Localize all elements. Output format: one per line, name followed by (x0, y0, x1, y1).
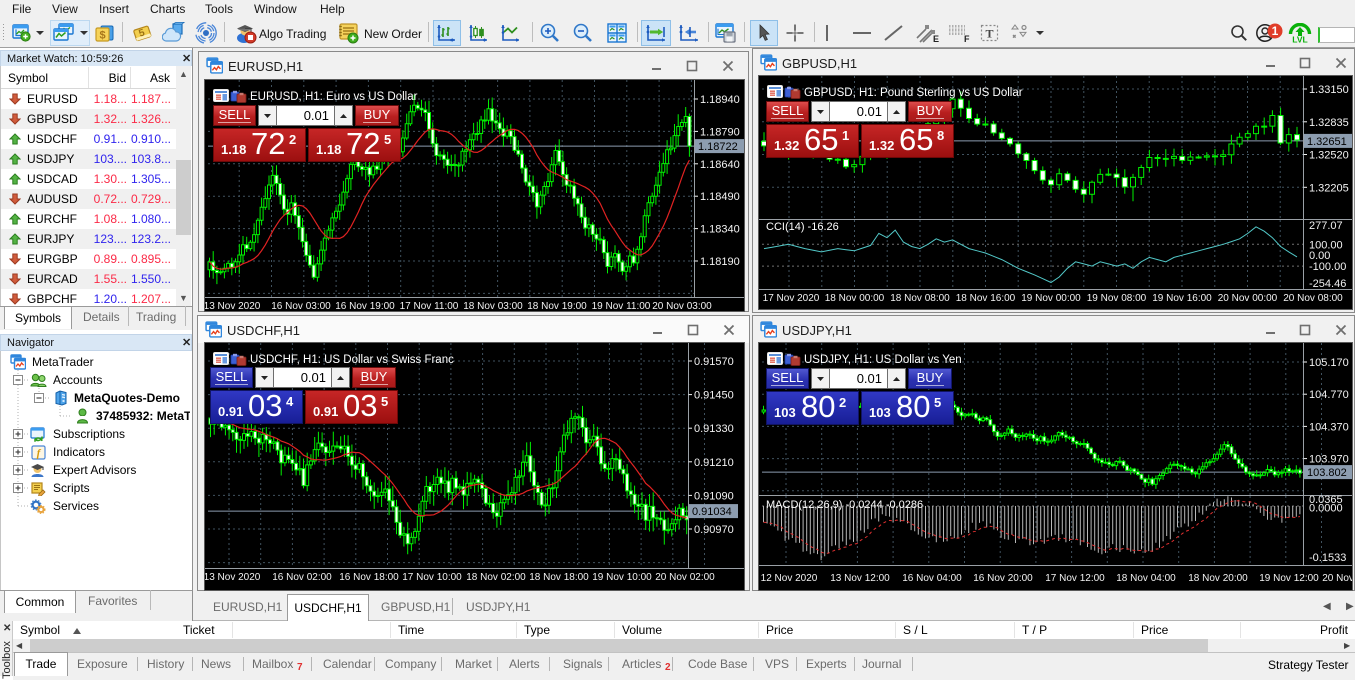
svg-text:1.18340: 1.18340 (700, 224, 740, 236)
svg-text:LVL: LVL (1292, 35, 1307, 44)
svg-text:0.90970: 0.90970 (694, 524, 734, 536)
svg-text:20 Nov 00:00: 20 Nov 00:00 (1218, 293, 1278, 304)
svg-text:CCI(14) -16.26: CCI(14) -16.26 (766, 221, 839, 233)
svg-text:18 Nov 18:00: 18 Nov 18:00 (529, 572, 589, 583)
svg-text:18 Nov 04:00: 18 Nov 04:00 (1116, 573, 1176, 584)
svg-text:12 Nov 2020: 12 Nov 2020 (761, 573, 818, 584)
svg-text:20 Nov 02:00: 20 Nov 02:00 (655, 572, 715, 583)
svg-text:16 Nov 02:00: 16 Nov 02:00 (272, 572, 332, 583)
svg-text:17 Nov 10:00: 17 Nov 10:00 (402, 572, 462, 583)
svg-text:MetaTrader: MetaTrader (32, 355, 94, 369)
svg-text:EURUSD, H1: Euro vs US Dollar: EURUSD, H1: Euro vs US Dollar (250, 91, 418, 103)
svg-text:GBPUSD, H1: Pound Sterling vs: GBPUSD, H1: Pound Sterling vs US Dollar (804, 87, 1023, 99)
svg-text:19 Nov 00:00: 19 Nov 00:00 (1021, 293, 1081, 304)
svg-text:1: 1 (1272, 24, 1279, 38)
svg-text:13 Nov 12:00: 13 Nov 12:00 (830, 573, 890, 584)
svg-text:F: F (964, 34, 970, 44)
svg-text:Subscriptions: Subscriptions (53, 427, 125, 441)
svg-text:0.91570: 0.91570 (694, 356, 734, 368)
svg-text:Scripts: Scripts (53, 481, 90, 495)
svg-text:277.07: 277.07 (1309, 220, 1343, 232)
svg-text:20 Nov 03:00: 20 Nov 03:00 (652, 301, 712, 311)
svg-text:-0.1533: -0.1533 (1309, 552, 1346, 564)
svg-text:1.18490: 1.18490 (700, 191, 740, 203)
svg-text:1.33150: 1.33150 (1309, 84, 1349, 96)
svg-text:13 Nov 2020: 13 Nov 2020 (205, 301, 261, 311)
svg-text:19 Nov 16:00: 19 Nov 16:00 (1152, 293, 1212, 304)
svg-text:20 Nov 04:00: 20 Nov 04:00 (1322, 573, 1352, 584)
svg-text:-100.00: -100.00 (1309, 261, 1346, 273)
svg-text:1.32651: 1.32651 (1307, 136, 1347, 148)
svg-text:USDJPY, H1: US Dollar vs Yen: USDJPY, H1: US Dollar vs Yen (804, 354, 962, 366)
svg-text:-254.46: -254.46 (1309, 278, 1346, 290)
svg-text:17 Nov 12:00: 17 Nov 12:00 (1045, 573, 1105, 584)
svg-text:16 Nov 18:00: 16 Nov 18:00 (339, 572, 399, 583)
svg-text:104.370: 104.370 (1309, 421, 1349, 433)
svg-text:1.18722: 1.18722 (698, 141, 738, 153)
svg-text:18 Nov 19:00: 18 Nov 19:00 (527, 301, 587, 311)
svg-text:18 Nov 02:00: 18 Nov 02:00 (466, 572, 526, 583)
svg-text:1.18190: 1.18190 (700, 256, 740, 268)
svg-text:0.91034: 0.91034 (692, 506, 732, 518)
svg-text:19 Nov 11:00: 19 Nov 11:00 (592, 301, 651, 311)
svg-text:0.91210: 0.91210 (694, 457, 734, 469)
svg-text:19 Nov 10:00: 19 Nov 10:00 (592, 572, 652, 583)
svg-text:103.970: 103.970 (1309, 454, 1349, 466)
svg-text:0.91450: 0.91450 (694, 390, 734, 402)
svg-text:1.18640: 1.18640 (700, 159, 740, 171)
svg-text:0.91090: 0.91090 (694, 490, 734, 502)
svg-text:13 Nov 2020: 13 Nov 2020 (205, 572, 261, 583)
svg-text:18 Nov 08:00: 18 Nov 08:00 (890, 293, 950, 304)
svg-text:20 Nov 08:00: 20 Nov 08:00 (1283, 293, 1343, 304)
svg-text:1.18940: 1.18940 (700, 94, 740, 106)
svg-text:18 Nov 00:00: 18 Nov 00:00 (825, 293, 885, 304)
svg-text:16 Nov 04:00: 16 Nov 04:00 (902, 573, 962, 584)
svg-text:Expert Advisors: Expert Advisors (53, 463, 136, 477)
svg-text:$: $ (99, 30, 105, 42)
svg-text:Accounts: Accounts (53, 373, 102, 387)
svg-text:Indicators: Indicators (53, 445, 105, 459)
svg-text:17 Nov 2020: 17 Nov 2020 (763, 293, 820, 304)
svg-text:0.0000: 0.0000 (1309, 503, 1343, 515)
svg-text:18 Nov 16:00: 18 Nov 16:00 (956, 293, 1016, 304)
svg-text:105.170: 105.170 (1309, 357, 1349, 369)
svg-text:Toolbox: Toolbox (1, 641, 13, 679)
svg-text:0.91330: 0.91330 (694, 423, 734, 435)
svg-text:MetaQuotes-Demo: MetaQuotes-Demo (74, 391, 180, 405)
svg-text:E: E (933, 34, 939, 44)
svg-text:17 Nov 11:00: 17 Nov 11:00 (400, 301, 459, 311)
svg-text:Services: Services (53, 499, 99, 513)
svg-text:16 Nov 19:00: 16 Nov 19:00 (335, 301, 395, 311)
svg-text:104.770: 104.770 (1309, 389, 1349, 401)
svg-text:1.32205: 1.32205 (1309, 182, 1349, 194)
svg-text:MACD(12,26,9) -0.0244 -0.0286: MACD(12,26,9) -0.0244 -0.0286 (766, 499, 923, 511)
svg-text:103.802: 103.802 (1307, 467, 1347, 479)
svg-text:1.32835: 1.32835 (1309, 117, 1349, 129)
svg-text:16 Nov 20:00: 16 Nov 20:00 (973, 573, 1033, 584)
svg-text:18 Nov 20:00: 18 Nov 20:00 (1188, 573, 1248, 584)
svg-text:1.32520: 1.32520 (1309, 150, 1349, 162)
svg-text:18 Nov 03:00: 18 Nov 03:00 (463, 301, 523, 311)
svg-text:19 Nov 08:00: 19 Nov 08:00 (1087, 293, 1147, 304)
svg-text:T: T (985, 27, 993, 41)
svg-text:19 Nov 12:00: 19 Nov 12:00 (1259, 573, 1319, 584)
svg-text:USDCHF, H1: US Dollar vs Swis: USDCHF, H1: US Dollar vs Swiss Franc (250, 354, 454, 366)
svg-text:37485932: MetaT: 37485932: MetaT (96, 409, 190, 423)
svg-text:1.18790: 1.18790 (700, 126, 740, 138)
svg-text:16 Nov 03:00: 16 Nov 03:00 (271, 301, 331, 311)
